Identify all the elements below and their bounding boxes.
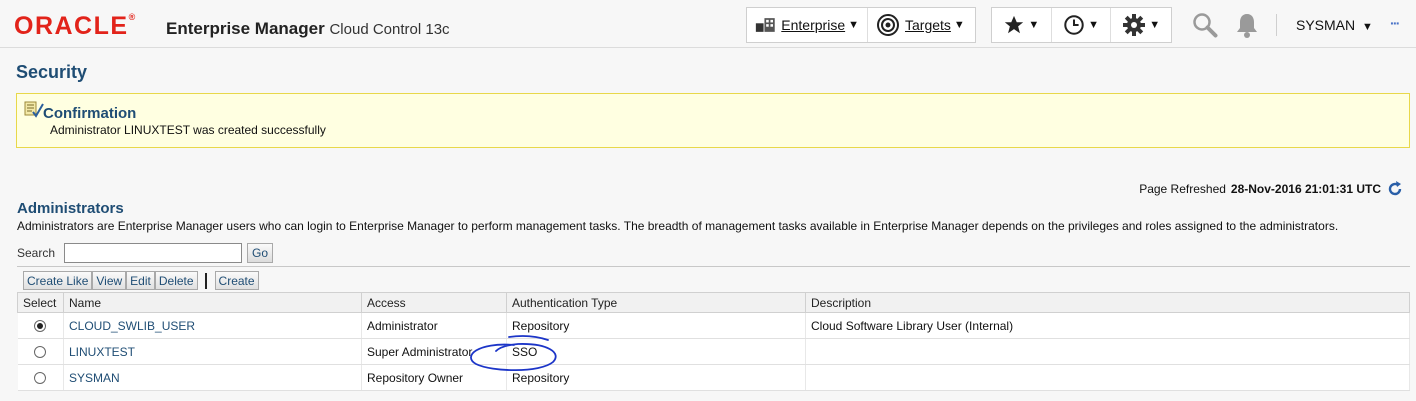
auth-type-cell: Repository bbox=[506, 312, 806, 339]
auth-type-cell: Repository bbox=[506, 364, 806, 391]
search-bar: Search Go bbox=[17, 243, 274, 263]
enterprise-menu-label: Enterprise bbox=[781, 17, 846, 33]
targets-menu-label: Targets bbox=[905, 17, 951, 33]
admin-toolbar: Create Like View Edit Delete Create bbox=[23, 271, 259, 290]
administrators-description: Administrators are Enterprise Manager us… bbox=[17, 219, 1339, 233]
name-cell: CLOUD_SWLIB_USER bbox=[63, 312, 362, 339]
more-dots-icon[interactable]: ∙∙∙ bbox=[1390, 15, 1400, 31]
user-name: SYSMAN bbox=[1296, 17, 1356, 33]
column-header-select: Select bbox=[17, 292, 64, 313]
history-clock-icon bbox=[1064, 15, 1084, 35]
view-button[interactable]: View bbox=[92, 271, 127, 290]
chevron-down-icon: ▼ bbox=[1362, 21, 1373, 33]
admin-name-link[interactable]: CLOUD_SWLIB_USER bbox=[69, 319, 195, 333]
oracle-logo[interactable]: ORACLE® bbox=[14, 12, 135, 41]
select-cell bbox=[17, 364, 64, 391]
product-name: Enterprise Manager Cloud Control 13c bbox=[166, 19, 450, 39]
table-row: SYSMAN Repository Owner Repository bbox=[17, 364, 1410, 391]
table-header-row: Select Name Access Authentication Type D… bbox=[17, 292, 1410, 313]
admin-name-link[interactable]: LINUXTEST bbox=[69, 345, 135, 359]
confirmation-banner: Confirmation Administrator LINUXTEST was… bbox=[16, 93, 1410, 148]
notification-bell-icon[interactable] bbox=[1234, 11, 1260, 39]
column-header-name[interactable]: Name bbox=[63, 292, 362, 313]
chevron-down-icon: ▼ bbox=[1028, 19, 1040, 31]
logo-text: ORACLE bbox=[14, 12, 129, 40]
name-cell: SYSMAN bbox=[63, 364, 362, 391]
enterprise-icon bbox=[755, 18, 775, 32]
administrators-table: Select Name Access Authentication Type D… bbox=[17, 292, 1410, 391]
toolbar-separator bbox=[204, 272, 207, 289]
access-cell: Super Administrator bbox=[361, 338, 507, 365]
edit-button[interactable]: Edit bbox=[126, 271, 155, 290]
access-cell: Repository Owner bbox=[361, 364, 507, 391]
main-menu-group: Enterprise ▼ Targets ▼ bbox=[746, 7, 976, 43]
chevron-down-icon: ▼ bbox=[848, 19, 859, 31]
radio-icon[interactable] bbox=[34, 372, 47, 385]
admin-name-link[interactable]: SYSMAN bbox=[69, 371, 120, 385]
confirmation-icon bbox=[24, 101, 44, 118]
page-title: Security bbox=[16, 62, 88, 82]
global-header: ORACLE® Enterprise Manager Cloud Control… bbox=[0, 0, 1416, 48]
section-divider bbox=[17, 266, 1410, 267]
refresh-timestamp: 28-Nov-2016 21:01:31 UTC bbox=[1230, 182, 1381, 196]
go-button[interactable]: Go bbox=[247, 243, 274, 263]
search-input[interactable] bbox=[64, 243, 243, 263]
confirmation-title: Confirmation bbox=[43, 105, 137, 122]
user-menu[interactable]: SYSMAN ▼ bbox=[1296, 17, 1373, 33]
column-header-description[interactable]: Description bbox=[805, 292, 1410, 313]
create-like-button[interactable]: Create Like bbox=[23, 271, 93, 290]
name-cell: LINUXTEST bbox=[63, 338, 362, 365]
targets-icon bbox=[877, 14, 899, 36]
chevron-down-icon: ▼ bbox=[1149, 19, 1161, 31]
delete-button[interactable]: Delete bbox=[154, 271, 198, 290]
page-refreshed-info: Page Refreshed 28-Nov-2016 21:01:31 UTC bbox=[1139, 180, 1404, 198]
confirmation-message: Administrator LINUXTEST was created succ… bbox=[50, 123, 326, 137]
tools-menu-group: ▼ ▼ ▼ bbox=[991, 7, 1172, 43]
radio-icon[interactable] bbox=[34, 346, 47, 359]
description-cell bbox=[805, 338, 1410, 365]
product-version: Cloud Control 13c bbox=[329, 21, 450, 38]
radio-icon[interactable] bbox=[34, 320, 47, 333]
chevron-down-icon: ▼ bbox=[1088, 19, 1099, 31]
refresh-icon[interactable] bbox=[1386, 180, 1404, 198]
favorites-star-icon bbox=[1005, 15, 1024, 34]
search-icon[interactable] bbox=[1191, 11, 1219, 39]
header-divider bbox=[1276, 14, 1277, 36]
table-row: LINUXTEST Super Administrator SSO bbox=[17, 338, 1410, 365]
table-row: CLOUD_SWLIB_USER Administrator Repositor… bbox=[17, 312, 1410, 339]
create-button[interactable]: Create bbox=[214, 271, 259, 290]
favorites-menu[interactable]: ▼ bbox=[992, 8, 1052, 42]
access-cell: Administrator bbox=[361, 312, 507, 339]
description-cell bbox=[805, 364, 1410, 391]
settings-menu[interactable]: ▼ bbox=[1111, 8, 1171, 42]
search-label: Search bbox=[17, 246, 56, 260]
targets-menu[interactable]: Targets ▼ bbox=[868, 8, 975, 42]
select-cell bbox=[17, 338, 64, 365]
history-menu[interactable]: ▼ bbox=[1052, 8, 1112, 42]
refresh-label: Page Refreshed bbox=[1139, 182, 1226, 196]
enterprise-menu[interactable]: Enterprise ▼ bbox=[747, 8, 868, 42]
settings-gear-icon bbox=[1123, 14, 1146, 36]
description-cell: Cloud Software Library User (Internal) bbox=[805, 312, 1410, 339]
auth-type-cell: SSO bbox=[506, 338, 806, 365]
administrators-title: Administrators bbox=[17, 200, 124, 217]
select-cell bbox=[17, 312, 64, 339]
product-name-bold: Enterprise Manager bbox=[166, 19, 325, 38]
column-header-access[interactable]: Access bbox=[361, 292, 507, 313]
chevron-down-icon: ▼ bbox=[953, 19, 965, 31]
column-header-auth-type[interactable]: Authentication Type bbox=[506, 292, 806, 313]
